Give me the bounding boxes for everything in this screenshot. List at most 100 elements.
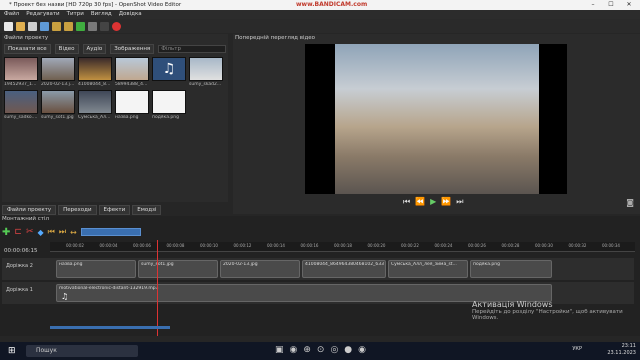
title-bar: * Проект без назви [HD 720p 30 fps] - Op… (0, 0, 640, 10)
timeline-toolbar: ✚ ⊏ ✂ ◆ ⏮ ⏭ ↔ (2, 226, 141, 238)
video-canvas (305, 44, 567, 194)
ruler-tick: 00:00:28 (501, 243, 520, 248)
minimize-icon[interactable]: – (584, 0, 602, 10)
clip[interactable]: 2020-02-13.jpg (220, 260, 300, 278)
razor-icon[interactable]: ✂ (26, 227, 34, 237)
file-item[interactable]: 58994388_44... (115, 57, 149, 87)
file-item[interactable]: 2020-02-13.jpg (41, 57, 75, 87)
marker-icon[interactable]: ◆ (37, 228, 43, 237)
video-preview-panel: Попередній перегляд відео ⏮ ⏪ ▶ ⏩ ⏭ ◙ (233, 34, 640, 214)
track-name: Доріжка 2 (6, 263, 33, 269)
open-project-icon[interactable] (16, 21, 25, 31)
import-files-icon[interactable] (76, 21, 85, 31)
tab-project-files[interactable]: Файли проекту (2, 204, 57, 215)
file-item-audio[interactable]: ♫ (152, 57, 186, 82)
taskbar: ⊞ Пошук ▣◉⊕⊙◎●◉ УКР 23:11 23.11.2023 (0, 342, 640, 360)
center-playhead-icon[interactable]: ↔ (70, 228, 77, 237)
track-name: Доріжка 1 (6, 287, 33, 293)
add-track-icon[interactable]: ✚ (2, 227, 10, 238)
start-icon[interactable]: ⊞ (8, 346, 16, 356)
file-item[interactable]: Сумська_Алл... (78, 90, 112, 120)
app-icons[interactable]: ▣◉⊕⊙◎●◉ (275, 345, 372, 355)
tab-images[interactable]: Зображення (110, 44, 155, 54)
tab-transitions[interactable]: Переходи (58, 204, 97, 215)
save-project-icon[interactable] (28, 21, 37, 31)
music-note-icon: ♫ (61, 292, 69, 301)
filter-input[interactable]: Фільтр (158, 45, 226, 53)
tab-show-all[interactable]: Показати все (4, 44, 51, 54)
taskbar-search[interactable]: Пошук (26, 345, 138, 357)
clip[interactable]: Сумська_Алл_лея_зима_st... (388, 260, 468, 278)
file-item[interactable]: sumy_skad2... (189, 57, 223, 87)
playback-controls: ⏮ ⏪ ▶ ⏩ ⏭ (403, 197, 464, 207)
rewind-icon[interactable]: ⏪ (415, 197, 425, 207)
redo-icon[interactable] (64, 21, 73, 31)
menu-bar: Файл Редагувати Титри Вигляд Довідка (0, 10, 640, 19)
time-ruler[interactable]: 00:00:02 00:00:04 00:00:06 00:00:08 00:00:10… (50, 242, 635, 252)
main-toolbar (0, 19, 640, 33)
clip[interactable]: назва.png (56, 260, 136, 278)
project-files-panel: Файли проекту Показати все Відео Аудіо З… (2, 34, 228, 202)
ruler-tick: 00:00:16 (300, 243, 319, 248)
play-icon[interactable]: ▶ (430, 197, 436, 207)
file-item[interactable]: назва.png (115, 90, 149, 120)
ruler-tick: 00:00:10 (200, 243, 218, 248)
file-item[interactable]: 41008044_86... (78, 57, 112, 87)
save-as-icon[interactable] (40, 21, 49, 31)
clip[interactable]: 41008044_864964380468102_633891... (302, 260, 386, 278)
app-window: * Проект без назви [HD 720p 30 fps] - Op… (0, 0, 640, 360)
profile-icon[interactable] (88, 21, 97, 31)
new-project-icon[interactable] (4, 21, 13, 31)
menu-titles[interactable]: Титри (67, 10, 84, 19)
ruler-tick: 00:00:22 (401, 243, 419, 248)
snap-icon[interactable]: ⊏ (14, 227, 22, 237)
clip[interactable]: sumy_sot1.jpg (138, 260, 218, 278)
zoom-slider[interactable] (80, 228, 141, 236)
windows-activation-notice: Активація Windows Перейдіть до розділу "… (472, 300, 623, 321)
clip[interactable]: подяка.png (470, 260, 552, 278)
undo-icon[interactable] (52, 21, 61, 31)
jump-end-icon[interactable]: ⏭ (456, 197, 463, 207)
ruler-tick: 00:00:20 (367, 243, 386, 248)
menu-view[interactable]: Вигляд (91, 10, 112, 19)
music-note-icon: ♫ (152, 57, 186, 81)
menu-help[interactable]: Довідка (119, 10, 142, 19)
menu-file[interactable]: Файл (4, 10, 19, 19)
camera-icon[interactable]: ◙ (626, 198, 634, 207)
files-panel-title: Файли проекту (4, 35, 49, 41)
ruler-tick: 00:00:24 (434, 243, 453, 248)
timeline-title: Монтажний стіл (2, 216, 49, 222)
tab-video[interactable]: Відео (54, 44, 79, 54)
fullscreen-icon[interactable] (100, 21, 109, 31)
prev-marker-icon[interactable]: ⏮ (48, 227, 55, 237)
timeline-scrollbar[interactable] (50, 326, 170, 329)
preview-title: Попередній перегляд відео (235, 35, 316, 41)
export-video-icon[interactable] (112, 21, 121, 31)
file-item[interactable]: sumy_sadko.j... (4, 90, 38, 120)
track-2: Доріжка 2 назва.png sumy_sot1.jpg 2020-0… (2, 258, 634, 280)
menu-edit[interactable]: Редагувати (26, 10, 59, 19)
bottom-tabs: Файли проекту Переходи Ефекти Емодзі (0, 204, 232, 215)
file-item[interactable]: sumy_sot1.jpg (41, 90, 75, 120)
next-marker-icon[interactable]: ⏭ (59, 227, 66, 237)
ruler-tick: 00:00:02 (66, 243, 84, 248)
playhead[interactable] (157, 240, 158, 336)
ruler-tick: 00:00:06 (133, 243, 151, 248)
tab-emoji[interactable]: Емодзі (132, 204, 162, 215)
file-item[interactable]: подяка.png (152, 90, 186, 120)
maximize-icon[interactable]: ☐ (602, 0, 620, 10)
fast-forward-icon[interactable]: ⏩ (441, 197, 451, 207)
tab-audio[interactable]: Аудіо (82, 44, 107, 54)
jump-start-icon[interactable]: ⏮ (403, 197, 410, 207)
file-item[interactable]: 19452937_1546... (4, 57, 38, 87)
ruler-tick: 00:00:18 (334, 243, 352, 248)
ruler-tick: 00:00:08 (166, 243, 185, 248)
tab-effects[interactable]: Ефекти (98, 204, 131, 215)
ruler-tick: 00:00:26 (468, 243, 486, 248)
watermark: www.BANDICAM.com (296, 1, 368, 8)
ruler-tick: 00:00:12 (233, 243, 252, 248)
preview-frame-image (335, 44, 539, 194)
ruler-tick: 00:00:32 (568, 243, 587, 248)
ruler-tick: 00:00:34 (602, 243, 620, 248)
close-icon[interactable]: ✕ (620, 0, 638, 10)
